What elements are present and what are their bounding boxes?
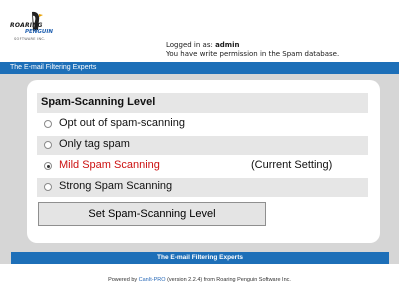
footer-tagline-bar: The E-mail Filtering Experts: [11, 252, 389, 264]
option-label-strong[interactable]: Strong Spam Scanning: [59, 180, 172, 192]
option-row-mild[interactable]: Mild Spam Scanning (Current Setting): [37, 157, 368, 176]
radio-mild[interactable]: [44, 162, 52, 170]
footer: Powered by CanIt-PRO (version 2.2.4) fro…: [0, 264, 399, 305]
option-label-opt-out[interactable]: Opt out of spam-scanning: [59, 117, 185, 129]
logo-text-penguin: PENGUIN: [25, 29, 54, 35]
option-label-mild[interactable]: Mild Spam Scanning: [59, 159, 160, 171]
option-row-only-tag[interactable]: Only tag spam: [37, 136, 368, 155]
powered-by-text: Powered by CanIt-PRO (version 2.2.4) fro…: [0, 277, 399, 283]
radio-opt-out[interactable]: [44, 120, 52, 128]
radio-strong[interactable]: [44, 183, 52, 191]
footer-tagline: The E-mail Filtering Experts: [157, 254, 243, 261]
header: ROARING PENGUIN SOFTWARE INC. Logged in …: [0, 0, 399, 62]
header-tagline: The E-mail Filtering Experts: [10, 64, 97, 71]
spam-level-panel: Spam-Scanning Level Opt out of spam-scan…: [27, 80, 380, 243]
permission-text: You have write permission in the Spam da…: [166, 50, 340, 58]
radio-only-tag[interactable]: [44, 141, 52, 149]
logged-in-line: Logged in as: admin: [166, 41, 339, 50]
logo-text-roaring: ROARING: [10, 22, 43, 29]
option-row-strong[interactable]: Strong Spam Scanning: [37, 178, 368, 197]
current-setting-label: (Current Setting): [251, 159, 333, 171]
section-header: Spam-Scanning Level: [37, 93, 368, 113]
powered-suffix: (version 2.2.4) from Roaring Penguin Sof…: [165, 277, 291, 283]
section-title: Spam-Scanning Level: [41, 96, 156, 108]
header-tagline-bar: The E-mail Filtering Experts: [0, 62, 399, 74]
username: admin: [215, 41, 240, 49]
login-info: Logged in as: admin You have write permi…: [166, 41, 339, 59]
canit-pro-link[interactable]: CanIt-PRO: [139, 277, 166, 283]
powered-prefix: Powered by: [108, 277, 139, 283]
option-label-only-tag[interactable]: Only tag spam: [59, 138, 130, 150]
option-row-opt-out[interactable]: Opt out of spam-scanning: [37, 115, 368, 134]
logo-text-software: SOFTWARE INC.: [14, 37, 46, 41]
logged-in-prefix: Logged in as:: [166, 41, 216, 49]
set-spam-level-button[interactable]: Set Spam-Scanning Level: [38, 202, 266, 226]
